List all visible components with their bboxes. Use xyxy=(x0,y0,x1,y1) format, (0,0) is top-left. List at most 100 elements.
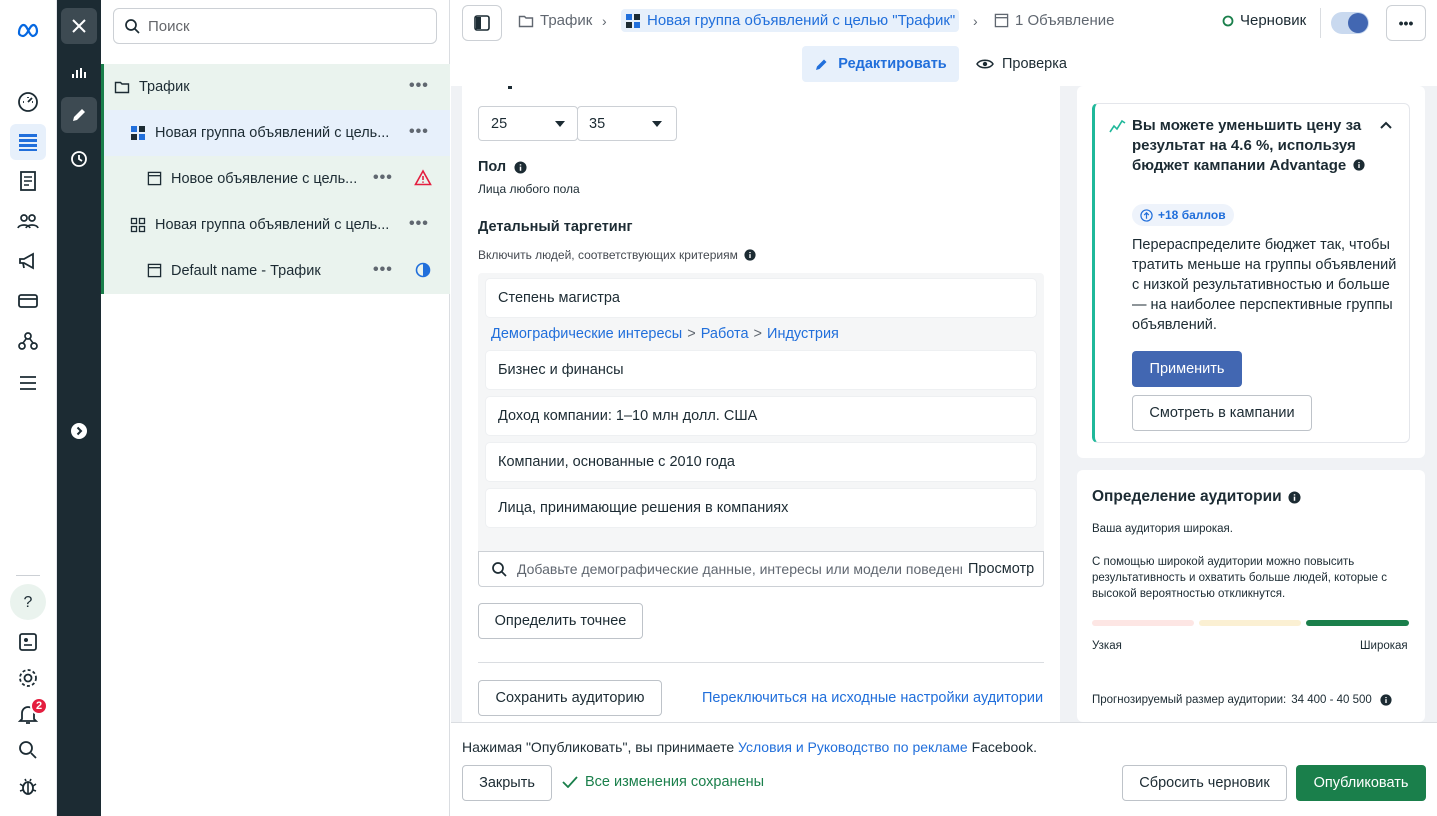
tab-edit[interactable]: Редактировать xyxy=(802,46,959,82)
settings-gear-icon[interactable] xyxy=(10,660,46,696)
breadcrumb-ads[interactable]: 1 Объявление xyxy=(994,12,1115,29)
age-min-value: 25 xyxy=(491,115,508,132)
search-placeholder: Поиск xyxy=(148,17,190,35)
points-badge: +18 баллов xyxy=(1132,204,1234,226)
audience-status: Ваша аудитория широкая. xyxy=(1092,523,1233,535)
toggle-sidebar-button[interactable] xyxy=(462,5,502,41)
ad-window-icon xyxy=(147,263,162,278)
expand-chevron-icon[interactable] xyxy=(61,413,97,449)
targeting-item[interactable]: Компании, основанные с 2010 года xyxy=(486,443,1036,481)
caret-down-icon xyxy=(652,120,662,127)
targeting-item[interactable]: Лица, принимающие решения в компаниях xyxy=(486,489,1036,527)
more-options-icon[interactable]: ••• xyxy=(409,123,429,141)
billing-icon[interactable] xyxy=(10,283,46,319)
targeting-search-input[interactable]: Добавьте демографические данные, интерес… xyxy=(478,551,1044,587)
help-icon[interactable]: ? xyxy=(10,584,46,620)
targeting-item[interactable]: Доход компании: 1–10 млн долл. США xyxy=(486,397,1036,435)
discard-draft-button[interactable]: Сбросить черновик xyxy=(1122,765,1287,801)
info-icon[interactable] xyxy=(514,160,527,174)
save-status-text: Все изменения сохранены xyxy=(585,774,765,790)
campaign-tree-panel: Поиск Трафик ••• Новая группа объявлений… xyxy=(101,0,450,816)
audience-definition-title: Определение аудитории xyxy=(1092,488,1282,505)
budget-tip-card: Вы можете уменьшить цену за результат на… xyxy=(1092,103,1410,443)
divider xyxy=(478,662,1044,663)
meter-segment-mid xyxy=(1199,620,1301,626)
pages-icon[interactable] xyxy=(10,163,46,199)
narrow-audience-button[interactable]: Определить точнее xyxy=(478,603,643,639)
tree-item-ad[interactable]: Новое объявление с цель... ••• xyxy=(101,156,450,202)
divider xyxy=(1320,8,1321,38)
search-icon xyxy=(492,562,507,577)
adset-grid-icon xyxy=(131,126,145,140)
meter-label-narrow: Узкая xyxy=(1092,640,1122,652)
news-icon[interactable] xyxy=(10,624,46,660)
targeting-item-label: Компании, основанные с 2010 года xyxy=(498,454,735,470)
search-icon xyxy=(125,19,140,34)
save-status: Все изменения сохранены xyxy=(562,774,764,790)
browse-button[interactable]: Просмотр xyxy=(968,561,1034,577)
more-options-icon[interactable]: ••• xyxy=(409,77,429,95)
estimate-value: 34 400 - 40 500 xyxy=(1291,694,1372,706)
bug-report-icon[interactable] xyxy=(10,768,46,804)
ads-manager-icon[interactable] xyxy=(10,124,46,160)
include-criteria-text: Включить людей, соответствующих критерия… xyxy=(478,248,738,262)
targeting-item-label: Лица, принимающие решения в компаниях xyxy=(498,500,789,516)
terms-link[interactable]: Условия и Руководство по рекламе xyxy=(738,739,968,755)
svg-text:?: ? xyxy=(24,594,33,611)
search-input[interactable]: Поиск xyxy=(113,8,437,44)
more-options-button[interactable]: ••• xyxy=(1386,5,1426,41)
tip-body: Перераспределите бюджет так, чтобы трати… xyxy=(1132,237,1397,333)
age-min-select[interactable]: 25 xyxy=(478,106,578,141)
dashboard-icon[interactable] xyxy=(10,84,46,120)
more-options-icon[interactable]: ••• xyxy=(409,215,429,233)
more-options-icon[interactable]: ••• xyxy=(373,261,393,279)
breadcrumb-campaign[interactable]: Трафик xyxy=(518,12,592,29)
draft-circle-icon xyxy=(1222,15,1234,26)
tab-review-label: Проверка xyxy=(1002,56,1067,72)
targeting-item[interactable]: Степень магистра xyxy=(486,279,1036,317)
tip-title-text: Вы можете уменьшить цену за результат на… xyxy=(1132,117,1362,174)
caret-down-icon xyxy=(555,120,565,127)
draft-toggle[interactable] xyxy=(1331,12,1369,34)
pencil-icon xyxy=(816,59,827,70)
info-icon[interactable] xyxy=(1380,694,1392,706)
switch-audience-link[interactable]: Переключиться на исходные настройки ауди… xyxy=(702,690,1043,706)
targeting-item[interactable]: Бизнес и финансы xyxy=(486,351,1036,389)
info-icon[interactable] xyxy=(744,249,756,261)
audiences-icon[interactable] xyxy=(10,203,46,239)
chart-icon[interactable] xyxy=(61,54,97,90)
path-industry[interactable]: Индустрия xyxy=(767,326,839,342)
close-icon[interactable] xyxy=(61,8,97,44)
mode-tabs-bar: Редактировать Проверка xyxy=(451,46,1437,86)
view-in-campaign-button[interactable]: Смотреть в кампании xyxy=(1132,395,1312,431)
audience-definition-heading: Определение аудитории xyxy=(1092,488,1301,506)
history-clock-icon[interactable] xyxy=(61,141,97,177)
terms-notice-pre: Нажимая "Опубликовать", вы принимаете xyxy=(462,739,735,755)
targeting-item-label: Бизнес и финансы xyxy=(498,362,624,378)
pencil-icon[interactable] xyxy=(61,97,97,133)
megaphone-icon[interactable] xyxy=(10,243,46,279)
tab-review[interactable]: Проверка xyxy=(976,46,1076,82)
chevron-up-icon[interactable] xyxy=(1380,121,1392,129)
publish-button[interactable]: Опубликовать xyxy=(1296,765,1426,801)
path-demographics[interactable]: Демографические интересы xyxy=(491,326,682,342)
apply-button[interactable]: Применить xyxy=(1132,351,1242,387)
info-icon[interactable] xyxy=(1288,490,1301,504)
close-button[interactable]: Закрыть xyxy=(462,765,552,801)
path-work[interactable]: Работа xyxy=(701,326,749,342)
business-network-icon[interactable] xyxy=(10,323,46,359)
tree-item-adset[interactable]: Новая группа объявлений с цель... ••• xyxy=(101,202,450,248)
more-options-icon[interactable]: ••• xyxy=(373,169,393,187)
tree-item-ad[interactable]: Default name - Трафик ••• xyxy=(101,248,450,294)
meta-logo-icon[interactable] xyxy=(10,12,46,48)
breadcrumb-adset[interactable]: Новая группа объявлений с целью "Трафик" xyxy=(621,9,960,32)
menu-icon[interactable] xyxy=(10,365,46,401)
trend-icon xyxy=(1109,119,1126,133)
tree-item-adset-selected[interactable]: Новая группа объявлений с цель... ••• xyxy=(104,110,450,156)
tree-item-campaign[interactable]: Трафик ••• xyxy=(101,64,450,110)
age-max-select[interactable]: 35 xyxy=(577,106,677,141)
search-icon[interactable] xyxy=(10,732,46,768)
save-audience-button[interactable]: Сохранить аудиторию xyxy=(478,680,662,716)
targeting-search-placeholder: Добавьте демографические данные, интерес… xyxy=(517,561,962,577)
info-icon[interactable] xyxy=(1353,159,1365,171)
